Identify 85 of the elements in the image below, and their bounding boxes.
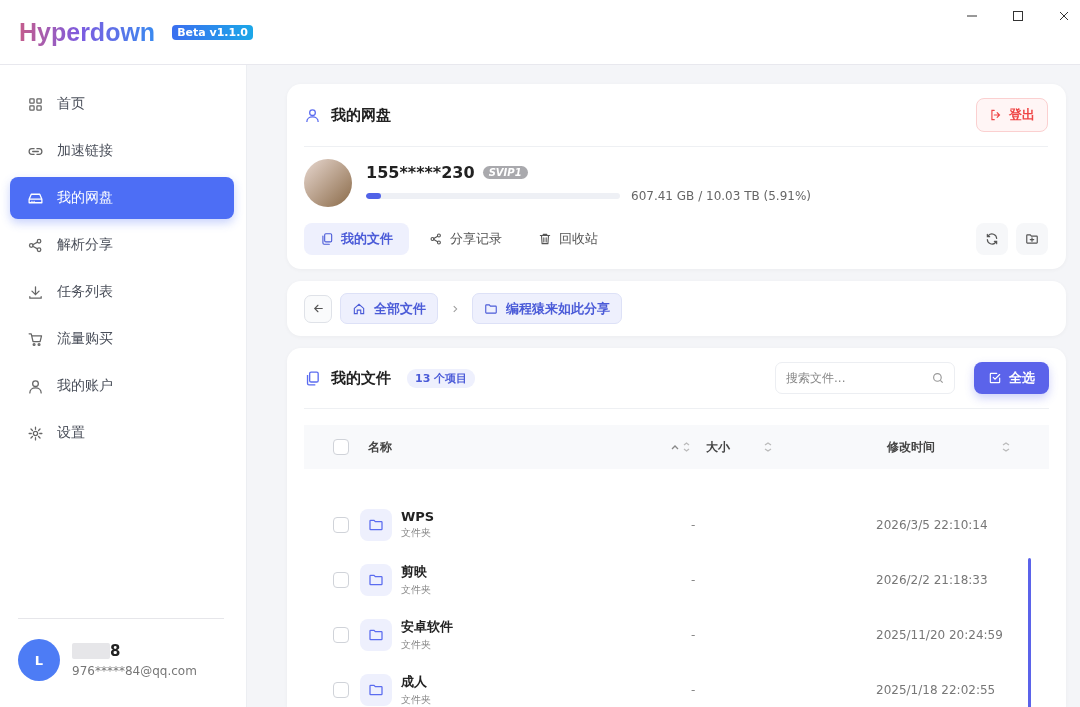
user-avatar: L — [18, 639, 60, 681]
breadcrumb-item[interactable]: 编程猿来如此分享 — [472, 293, 622, 324]
file-name[interactable]: 安卓软件 — [401, 617, 691, 636]
modified-time: 2026/2/2 21:18:33 — [876, 572, 988, 587]
sidebar-item[interactable]: 任务列表 — [10, 271, 234, 313]
file-size: - — [691, 682, 697, 697]
search-icon — [931, 371, 945, 385]
checkbox-icon — [988, 371, 1002, 385]
new-folder-button[interactable] — [1016, 223, 1048, 255]
folder-plus-icon — [1025, 232, 1039, 246]
sort-icon[interactable] — [670, 441, 692, 453]
sidebar-item[interactable]: 流量购买 — [10, 318, 234, 360]
logout-icon — [989, 108, 1003, 122]
folder-icon — [360, 673, 392, 706]
refresh-icon — [985, 232, 999, 246]
tab[interactable]: 分享记录 — [413, 223, 518, 255]
select-all-button[interactable]: 全选 — [974, 362, 1049, 394]
version-badge: Beta v1.1.0 — [172, 24, 253, 40]
modified-time: 2026/3/5 22:10:14 — [876, 517, 988, 532]
folder-icon — [360, 508, 392, 541]
sidebar-item[interactable]: 设置 — [10, 412, 234, 454]
sidebar-item[interactable]: 首页 — [10, 83, 234, 125]
modified-time: 2025/1/18 22:02:55 — [876, 682, 996, 697]
chevron-icon — [450, 303, 460, 314]
storage-usage: 607.41 GB / 10.03 TB (5.91%) — [631, 189, 812, 203]
share-icon — [429, 232, 443, 246]
file-type: 文件夹 — [401, 526, 432, 540]
scrollbar-thumb[interactable] — [1028, 558, 1031, 707]
home-icon — [352, 301, 366, 316]
row-checkbox[interactable] — [333, 626, 349, 643]
close-icon[interactable] — [1058, 10, 1070, 22]
settings-icon — [27, 424, 44, 442]
file-type: 文件夹 — [401, 637, 432, 652]
column-header[interactable]: 大小 — [706, 438, 764, 456]
file-name[interactable]: WPS — [401, 509, 691, 524]
file-size: - — [691, 517, 697, 532]
row-checkbox[interactable] — [333, 516, 349, 533]
vip-badge: SVIP1 — [482, 166, 528, 179]
sort-icon[interactable] — [1002, 441, 1010, 453]
user-icon — [304, 106, 321, 124]
share-icon — [27, 236, 44, 254]
user-icon — [27, 377, 44, 395]
folder-icon — [360, 618, 392, 651]
column-header[interactable]: 修改时间 — [887, 438, 1002, 456]
card-title: 我的网盘 — [331, 105, 391, 125]
file-name[interactable]: 剪映 — [401, 562, 691, 581]
sort-icon[interactable] — [764, 441, 772, 453]
folder-icon — [484, 301, 498, 316]
row-checkbox[interactable] — [333, 681, 349, 698]
arrow-left-icon — [311, 302, 325, 315]
tab[interactable]: 回收站 — [522, 223, 614, 255]
user-email: 976*****84@qq.com — [72, 664, 197, 678]
modified-time: 2025/11/20 20:24:59 — [876, 627, 1003, 642]
file-name[interactable]: 成人 — [401, 672, 691, 691]
redacted-block — [72, 643, 110, 659]
file-size: - — [691, 627, 697, 642]
download-icon — [27, 283, 44, 301]
maximize-icon[interactable] — [1012, 10, 1024, 22]
row-checkbox[interactable] — [333, 571, 349, 588]
sidebar-item[interactable]: 加速链接 — [10, 130, 234, 172]
file-type: 文件夹 — [401, 582, 432, 597]
files-icon — [320, 232, 334, 246]
account-name: 155*****230 — [366, 163, 475, 182]
sidebar-item[interactable]: 解析分享 — [10, 224, 234, 266]
file-size: - — [691, 572, 697, 587]
breadcrumb-item[interactable]: 全部文件 — [340, 293, 438, 324]
file-type: 文件夹 — [401, 692, 432, 707]
trash-icon — [538, 232, 552, 246]
logout-button[interactable]: 登出 — [976, 98, 1048, 132]
photo-placeholder — [304, 159, 352, 207]
sidebar-item[interactable]: 我的网盘 — [10, 177, 234, 219]
card-title: 我的文件 — [331, 368, 391, 388]
refresh-button[interactable] — [976, 223, 1008, 255]
user-name: 8 — [110, 642, 121, 660]
cart-icon — [27, 330, 44, 348]
tab[interactable]: 我的文件 — [304, 223, 409, 255]
item-count-badge: 13 个项目 — [407, 368, 476, 388]
back-button[interactable] — [304, 294, 332, 323]
files-icon — [304, 369, 321, 387]
search-field[interactable]: 搜索文件... — [775, 362, 955, 394]
column-header[interactable]: 名称 — [368, 438, 670, 456]
header-checkbox[interactable] — [333, 439, 349, 455]
folder-icon — [360, 563, 392, 596]
grid-icon — [27, 95, 44, 113]
sidebar-item[interactable]: 我的账户 — [10, 365, 234, 407]
